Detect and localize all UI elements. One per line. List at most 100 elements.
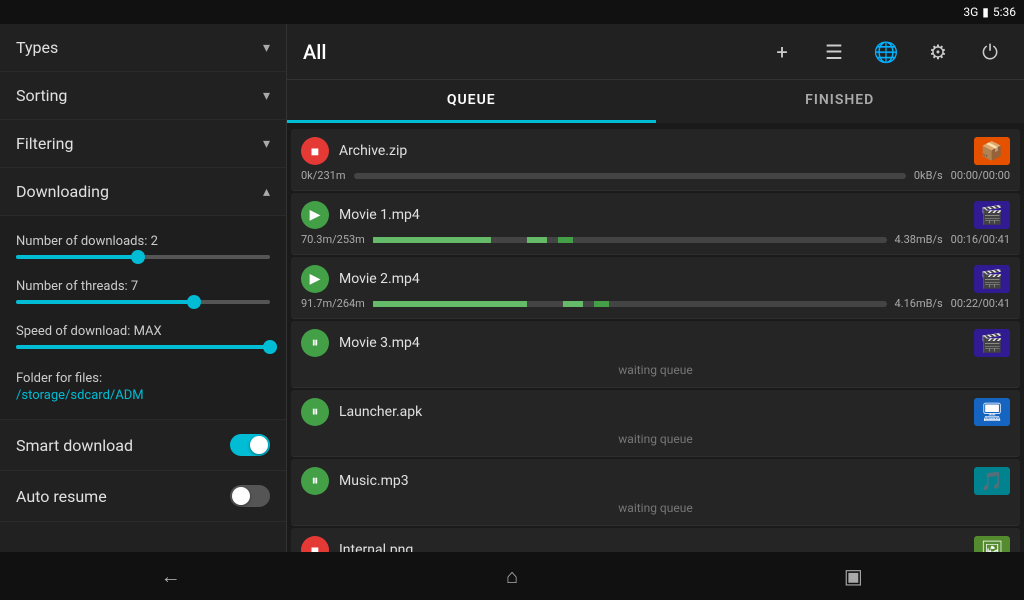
progress-text: 70.3m/253m [301, 233, 365, 246]
speed-slider-thumb[interactable] [263, 340, 277, 354]
smart-download-label: Smart download [16, 436, 133, 455]
smart-download-row[interactable]: Smart download [0, 420, 286, 471]
download-thumb: 🎬 [974, 201, 1010, 229]
download-item-top: ▶ Movie 2.mp4 🎬 [301, 265, 1010, 293]
play-icon[interactable]: ▶ [301, 265, 329, 293]
waiting-label: waiting queue [301, 430, 1010, 448]
download-item-top: ⏸ Launcher.apk 🖥 [301, 398, 1010, 426]
download-thumb: 🎬 [974, 329, 1010, 357]
smart-download-knob [250, 436, 268, 454]
waiting-label: waiting queue [301, 499, 1010, 517]
download-name: Movie 2.mp4 [339, 271, 964, 287]
speed-text: 0kB/s [914, 169, 943, 182]
status-bar: 3G ▮ 5:36 [0, 0, 1024, 24]
threads-slider-fill [16, 300, 194, 304]
progress-row: 70.3m/253m 4.38mB/s 00:16/00:41 [301, 233, 1010, 246]
power-icon[interactable]: ⏻ [972, 34, 1008, 70]
threads-count-label: Number of threads: 7 [16, 279, 270, 294]
sidebar-item-filtering[interactable]: Filtering ▾ [0, 120, 286, 168]
auto-resume-knob [232, 487, 250, 505]
download-item-top: ■ Internal.png 🖼 [301, 536, 1010, 552]
auto-resume-row[interactable]: Auto resume [0, 471, 286, 522]
threads-slider-track [16, 300, 270, 304]
back-button[interactable]: ← [141, 558, 201, 594]
time-text: 00:22/00:41 [951, 297, 1010, 310]
downloads-count-label: Number of downloads: 2 [16, 234, 270, 249]
progress-row: 91.7m/264m 4.16mB/s 00:22/00:41 [301, 297, 1010, 310]
main-layout: Types ▾ Sorting ▾ Filtering ▾ Downloadin… [0, 24, 1024, 552]
battery-icon: ▮ [982, 5, 989, 19]
list-icon[interactable]: ☰ [816, 34, 852, 70]
sidebar-item-types[interactable]: Types ▾ [0, 24, 286, 72]
smart-download-toggle[interactable] [230, 434, 270, 456]
home-button[interactable]: ⌂ [482, 558, 542, 594]
download-item[interactable]: ⏸ Launcher.apk 🖥 waiting queue [291, 390, 1020, 457]
download-name: Archive.zip [339, 143, 964, 159]
downloads-slider-track [16, 255, 270, 259]
sidebar-sorting-label: Sorting [16, 86, 67, 105]
tab-queue[interactable]: QUEUE [287, 80, 656, 123]
download-item-top: ▶ Movie 1.mp4 🎬 [301, 201, 1010, 229]
download-name: Movie 1.mp4 [339, 207, 964, 223]
status-icons: 3G ▮ 5:36 [963, 5, 1016, 19]
settings-icon[interactable]: ⚙ [920, 34, 956, 70]
download-name: Launcher.apk [339, 404, 964, 420]
chevron-down-icon: ▾ [263, 88, 270, 104]
stop-icon[interactable]: ■ [301, 536, 329, 552]
pause-icon[interactable]: ⏸ [301, 398, 329, 426]
pause-icon[interactable]: ⏸ [301, 329, 329, 357]
progress-text: 0k/231m [301, 169, 346, 182]
download-item-top: ■ Archive.zip 📦 [301, 137, 1010, 165]
chevron-down-icon: ▾ [263, 40, 270, 56]
progress-bar [373, 237, 887, 243]
sidebar: Types ▾ Sorting ▾ Filtering ▾ Downloadin… [0, 24, 287, 552]
download-item[interactable]: ■ Archive.zip 📦 0k/231m 0kB/s 00:00/00:0… [291, 129, 1020, 191]
download-item-top: ⏸ Music.mp3 🎵 [301, 467, 1010, 495]
download-item[interactable]: ⏸ Movie 3.mp4 🎬 waiting queue [291, 321, 1020, 388]
signal-icon: 3G [963, 5, 978, 19]
globe-icon[interactable]: 🌐 [868, 34, 904, 70]
progress-bar [354, 173, 906, 179]
tabs-row: QUEUE FINISHED [287, 80, 1024, 123]
chevron-down-icon: ▾ [263, 136, 270, 152]
time-text: 00:16/00:41 [951, 233, 1010, 246]
folder-label: Folder for files: [16, 371, 270, 386]
auto-resume-toggle[interactable] [230, 485, 270, 507]
recent-button[interactable]: ▣ [823, 558, 883, 594]
time-display: 5:36 [993, 5, 1016, 19]
add-button[interactable]: + [764, 34, 800, 70]
download-item-top: ⏸ Movie 3.mp4 🎬 [301, 329, 1010, 357]
pause-icon[interactable]: ⏸ [301, 467, 329, 495]
waiting-label: waiting queue [301, 361, 1010, 379]
bottom-nav: ← ⌂ ▣ [0, 552, 1024, 600]
sidebar-filtering-label: Filtering [16, 134, 73, 153]
download-item[interactable]: ■ Internal.png 🖼 [291, 528, 1020, 552]
download-thumb: 📦 [974, 137, 1010, 165]
sidebar-item-sorting[interactable]: Sorting ▾ [0, 72, 286, 120]
download-item[interactable]: ▶ Movie 2.mp4 🎬 91.7m/264m 4.16mB/s [291, 257, 1020, 319]
auto-resume-label: Auto resume [16, 487, 107, 506]
speed-label: Speed of download: MAX [16, 324, 270, 339]
progress-bar [373, 301, 887, 307]
tab-finished[interactable]: FINISHED [656, 80, 1024, 123]
download-item[interactable]: ⏸ Music.mp3 🎵 waiting queue [291, 459, 1020, 526]
speed-slider-track [16, 345, 270, 349]
sidebar-item-downloading[interactable]: Downloading ▴ [0, 168, 286, 216]
play-icon[interactable]: ▶ [301, 201, 329, 229]
downloads-slider-thumb[interactable] [131, 250, 145, 264]
threads-slider-thumb[interactable] [187, 295, 201, 309]
progress-row: 0k/231m 0kB/s 00:00/00:00 [301, 169, 1010, 182]
stop-icon[interactable]: ■ [301, 137, 329, 165]
download-thumb: 🎵 [974, 467, 1010, 495]
time-text: 00:00/00:00 [951, 169, 1010, 182]
content-area: All + ☰ 🌐 ⚙ ⏻ QUEUE FINISHED ■ Archive.z… [287, 24, 1024, 552]
downloading-section: Number of downloads: 2 Number of threads… [0, 216, 286, 420]
download-thumb: 🖥 [974, 398, 1010, 426]
download-name: Movie 3.mp4 [339, 335, 964, 351]
download-thumb: 🎬 [974, 265, 1010, 293]
page-title: All [303, 40, 748, 64]
progress-text: 91.7m/264m [301, 297, 365, 310]
download-item[interactable]: ▶ Movie 1.mp4 🎬 70.3m/253m 4.38mB/s [291, 193, 1020, 255]
sidebar-downloading-label: Downloading [16, 182, 109, 201]
download-name: Internal.png [339, 542, 964, 552]
